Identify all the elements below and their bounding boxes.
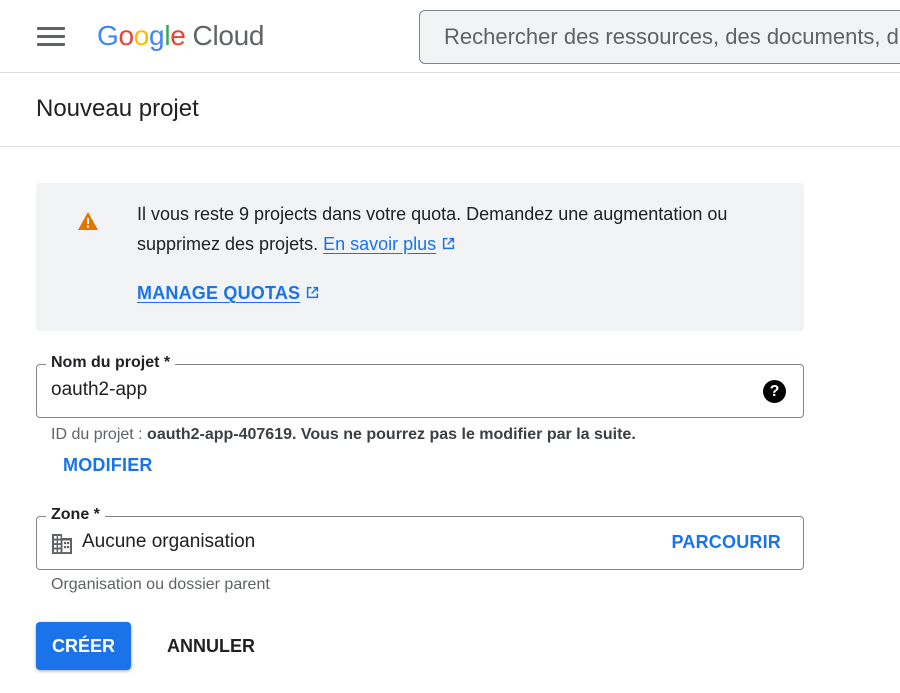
top-app-bar: Google Cloud Rechercher des ressources, d… — [0, 0, 900, 73]
help-icon[interactable]: ? — [763, 380, 786, 403]
project-name-input[interactable]: oauth2-app — [51, 379, 147, 401]
quota-message: Il vous reste 9 projects dans votre quot… — [137, 199, 797, 259]
manage-quotas-link[interactable]: MANAGE QUOTAS — [137, 283, 320, 304]
zone-value: Aucune organisation — [82, 531, 256, 552]
logo-letter: g — [149, 20, 165, 51]
page-header: Nouveau projet — [0, 73, 900, 147]
logo-letter: o — [118, 20, 134, 51]
search-input[interactable]: Rechercher des ressources, des documents… — [419, 10, 900, 64]
page-title: Nouveau projet — [36, 95, 199, 122]
logo-letter: o — [133, 20, 150, 51]
logo-product-name: Cloud — [192, 20, 265, 51]
zone-field[interactable]: Zone * Aucune organisation PARCOURIR — [36, 505, 804, 570]
zone-hint: Organisation ou dossier parent — [51, 576, 270, 593]
google-cloud-logo[interactable]: Google Cloud — [97, 19, 265, 53]
zone-label: Zone * — [46, 505, 105, 525]
manage-quotas-label: MANAGE QUOTAS — [137, 283, 301, 303]
logo-letter: e — [170, 20, 186, 51]
project-name-label: Nom du projet * — [46, 353, 176, 373]
project-id-prefix: ID du projet : — [51, 426, 148, 443]
logo-letter: G — [97, 20, 119, 51]
modify-project-id-button[interactable]: MODIFIER — [63, 455, 153, 476]
project-id-suffix: . Vous ne pourrez pas le modifier par la… — [291, 426, 636, 443]
browse-button[interactable]: PARCOURIR — [672, 532, 781, 553]
external-link-icon — [443, 237, 455, 250]
warning-icon — [78, 212, 98, 230]
quota-warning-banner: Il vous reste 9 projects dans votre quot… — [36, 183, 804, 331]
cancel-button[interactable]: ANNULER — [151, 622, 271, 670]
external-link-icon — [307, 286, 319, 299]
hamburger-menu-icon[interactable] — [30, 20, 72, 54]
learn-more-link[interactable]: En savoir plus — [323, 234, 436, 254]
project-id-value: oauth2-app-407619 — [147, 426, 292, 443]
building-icon — [52, 534, 72, 554]
project-name-field[interactable]: Nom du projet * oauth2-app ? — [36, 353, 804, 418]
project-id-hint: ID du projet : oauth2-app-407619. Vous n… — [51, 426, 636, 444]
create-button[interactable]: CRÉER — [36, 622, 131, 670]
